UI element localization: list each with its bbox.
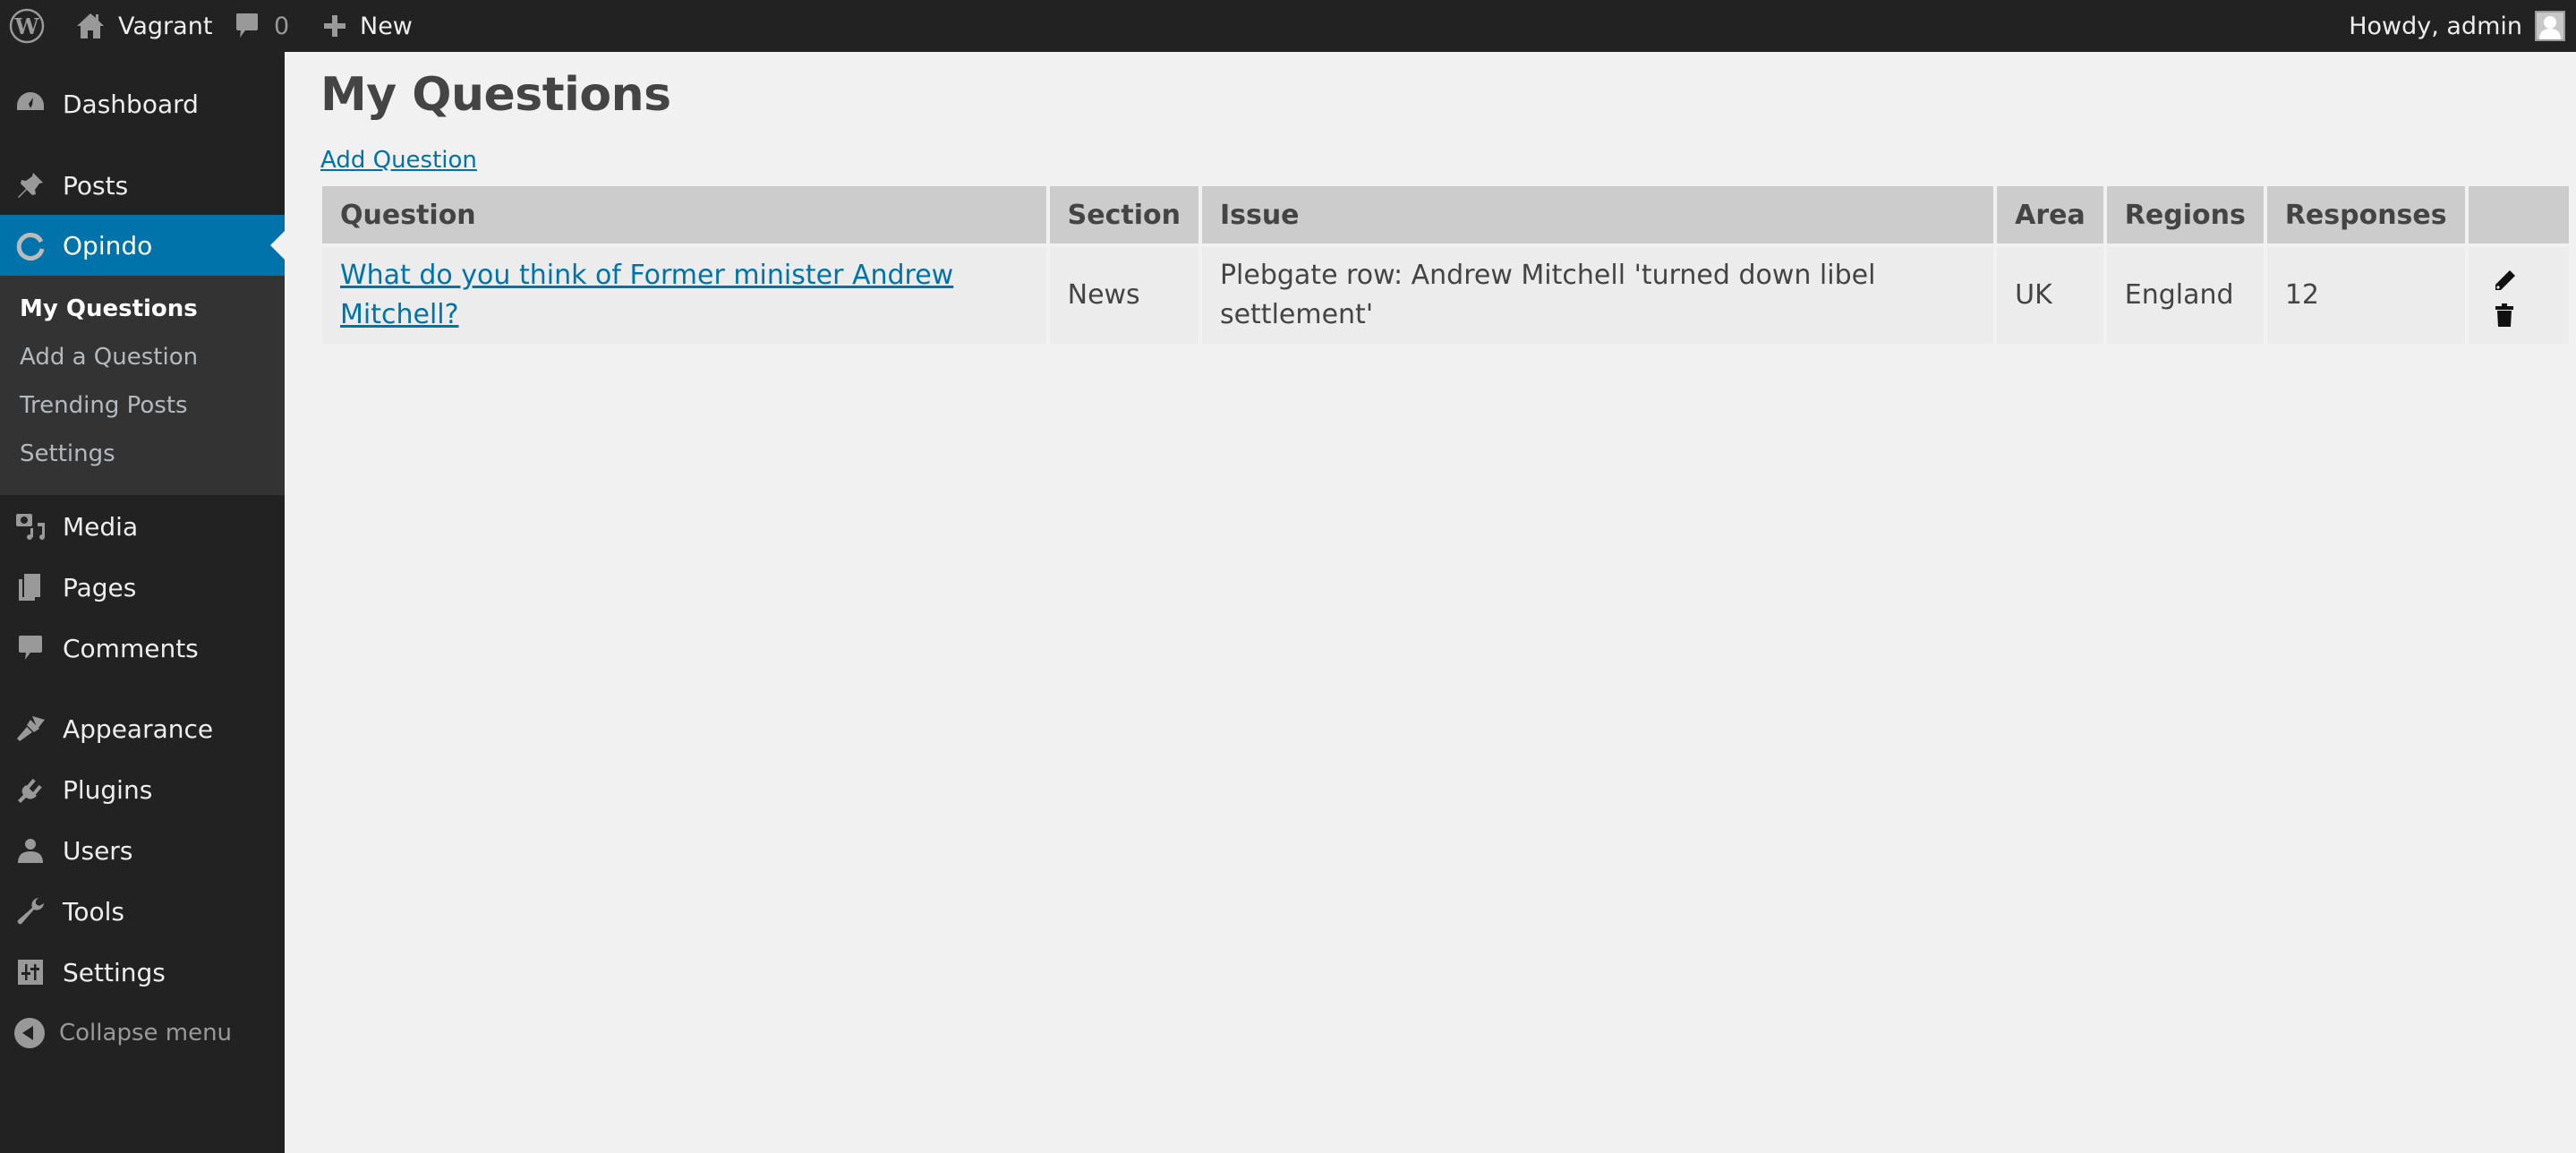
sidebar-item-settings[interactable]: Settings [0, 942, 285, 1003]
sidebar-item-dashboard[interactable]: Dashboard [0, 73, 285, 134]
sliders-icon [14, 956, 47, 988]
column-header-regions: Regions [2106, 186, 2264, 243]
cell-question: What do you think of Former minister And… [322, 247, 1046, 344]
collapse-arrow-icon [14, 1018, 45, 1048]
cell-issue: Plebgate row: Andrew Mitchell 'turned do… [1201, 247, 1994, 344]
table-header-row: Question Section Issue Area Regions Resp… [322, 186, 2569, 243]
admin-sidebar: Dashboard Posts Opindo My Questions Add … [0, 52, 285, 1153]
sidebar-item-label: Pages [63, 572, 137, 602]
pages-icon [14, 571, 47, 603]
question-link[interactable]: What do you think of Former minister And… [340, 260, 953, 330]
column-header-question: Question [322, 186, 1046, 243]
pin-icon [14, 169, 47, 201]
opindo-submenu: My Questions Add a Question Trending Pos… [0, 276, 285, 495]
column-header-responses: Responses [2266, 186, 2465, 243]
admin-bar: W Vagrant 0 New Howdy, admin [0, 0, 2576, 52]
sidebar-item-label: Users [63, 835, 133, 866]
collapse-menu-button[interactable]: Collapse menu [14, 1015, 232, 1051]
howdy-label: Howdy, admin [2349, 12, 2522, 40]
plus-icon [324, 15, 345, 37]
my-account-menu[interactable]: Howdy, admin [2349, 0, 2565, 52]
sidebar-item-label: Comments [63, 633, 199, 663]
user-silhouette-icon [2539, 16, 2561, 39]
comments-count: 0 [274, 12, 290, 40]
cell-regions: England [2106, 247, 2264, 344]
cell-responses: 12 [2266, 247, 2465, 344]
submenu-settings[interactable]: Settings [20, 440, 115, 467]
sidebar-item-tools[interactable]: Tools [0, 881, 285, 942]
main-content: My Questions Add Question Question Secti… [285, 52, 2576, 1153]
cell-section: News [1049, 247, 1198, 344]
site-name: Vagrant [118, 12, 213, 40]
table-row: What do you think of Former minister And… [322, 247, 2569, 344]
submenu-trending-posts[interactable]: Trending Posts [20, 392, 188, 419]
brush-icon [14, 713, 47, 745]
media-icon [14, 510, 47, 542]
sidebar-item-comments[interactable]: Comments [0, 618, 285, 679]
sidebar-item-label: Settings [63, 957, 166, 987]
column-header-area: Area [1997, 186, 2103, 243]
submenu-add-question[interactable]: Add a Question [20, 344, 198, 371]
opindo-icon [14, 229, 47, 261]
comment-icon [14, 632, 47, 664]
new-label: New [360, 12, 413, 40]
comment-icon [236, 13, 258, 38]
sidebar-item-label: Posts [63, 170, 129, 201]
sidebar-item-appearance[interactable]: Appearance [0, 698, 285, 759]
new-content-button[interactable]: New [322, 0, 413, 52]
submenu-my-questions[interactable]: My Questions [20, 295, 198, 322]
edit-icon[interactable] [2492, 266, 2517, 291]
delete-icon[interactable] [2492, 300, 2517, 327]
sidebar-item-posts[interactable]: Posts [0, 155, 285, 216]
sidebar-item-label: Tools [63, 896, 124, 927]
page-title: My Questions [320, 68, 671, 122]
svg-text:W: W [14, 13, 40, 39]
wrench-icon [14, 895, 47, 927]
sidebar-item-plugins[interactable]: Plugins [0, 759, 285, 820]
wordpress-logo-icon: W [9, 8, 45, 44]
wordpress-logo-button[interactable]: W [9, 0, 45, 52]
sidebar-item-label: Plugins [63, 774, 153, 805]
sidebar-item-users[interactable]: Users [0, 820, 285, 881]
column-header-section: Section [1049, 186, 1198, 243]
sidebar-item-label: Media [63, 511, 139, 542]
sidebar-item-opindo[interactable]: Opindo [0, 215, 285, 276]
sidebar-item-label: Opindo [63, 230, 153, 260]
user-icon [14, 834, 47, 867]
questions-table: Question Section Issue Area Regions Resp… [319, 183, 2572, 347]
cell-area: UK [1997, 247, 2103, 344]
home-icon [77, 13, 104, 38]
comments-link[interactable]: 0 [235, 0, 289, 52]
dashboard-icon [14, 88, 47, 120]
plug-icon [14, 773, 47, 806]
cell-actions [2468, 247, 2569, 344]
add-question-link[interactable]: Add Question [320, 147, 477, 174]
avatar [2535, 11, 2565, 41]
site-name-link[interactable]: Vagrant [75, 0, 212, 52]
sidebar-item-label: Appearance [63, 713, 214, 744]
current-menu-arrow [270, 231, 285, 260]
column-header-issue: Issue [1201, 186, 1994, 243]
sidebar-item-media[interactable]: Media [0, 496, 285, 557]
sidebar-item-label: Dashboard [63, 89, 199, 119]
collapse-menu-label: Collapse menu [59, 1020, 233, 1046]
column-header-actions [2468, 186, 2569, 243]
sidebar-item-pages[interactable]: Pages [0, 557, 285, 618]
